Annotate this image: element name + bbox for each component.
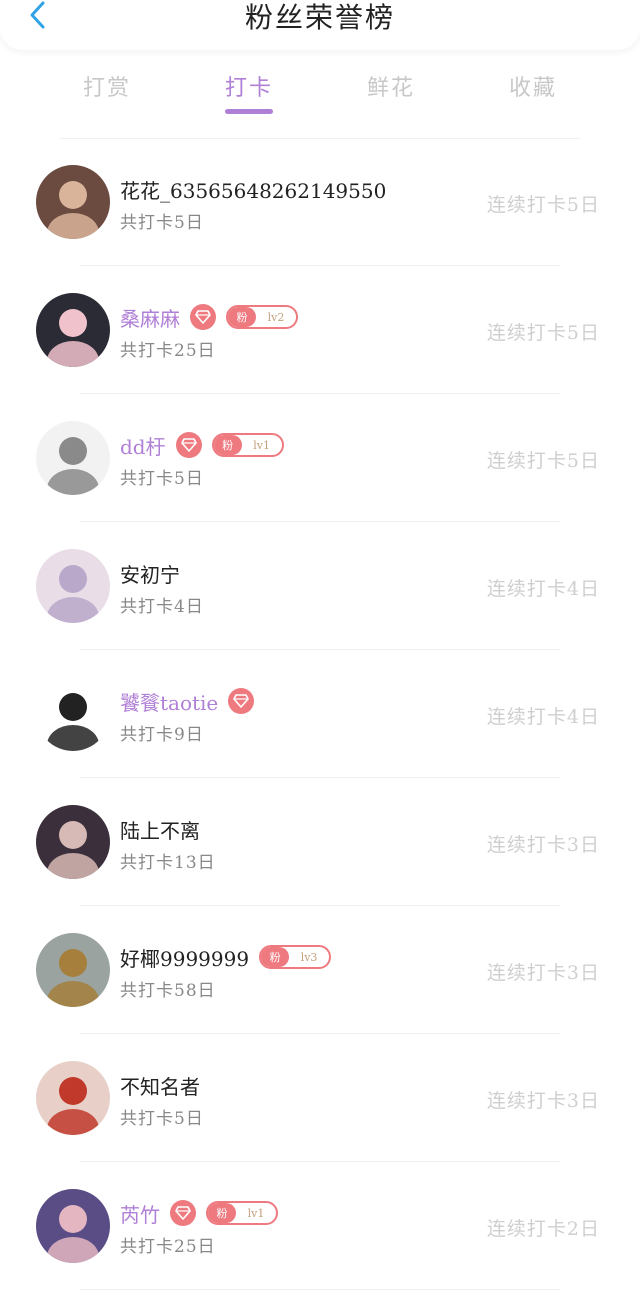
name-line: 不知名者	[120, 1070, 200, 1100]
fan-level-badge: 粉 lv2	[226, 305, 298, 329]
name-line: 好椰9999999 粉 lv3	[120, 942, 332, 972]
avatar[interactable]	[36, 549, 110, 623]
streak-checkins: 连续打卡3日	[486, 1090, 600, 1112]
avatar[interactable]	[36, 1189, 110, 1263]
name-line: 饕餮taotie	[120, 686, 255, 716]
diamond-icon	[228, 688, 255, 714]
diamond-icon	[175, 432, 202, 458]
total-checkins: 共打卡9日	[120, 725, 204, 745]
user-name[interactable]: 花花_63565648262149550	[120, 175, 386, 204]
tab-favorites[interactable]: 收藏	[483, 70, 583, 102]
total-checkins: 共打卡58日	[120, 981, 216, 1001]
streak-checkins: 连续打卡5日	[486, 194, 600, 216]
user-name[interactable]: 陆上不离	[120, 815, 200, 844]
streak-checkins: 连续打卡3日	[486, 834, 600, 856]
streak-checkins: 连续打卡5日	[486, 322, 600, 344]
name-line: 芮竹 粉 lv1	[120, 1198, 278, 1228]
fan-badge-label: 粉	[228, 307, 256, 327]
user-name[interactable]: 芮竹	[120, 1199, 160, 1228]
fan-badge-level: lv3	[300, 950, 318, 964]
tab-flowers[interactable]: 鲜花	[341, 70, 441, 102]
user-name[interactable]: 安初宁	[120, 559, 180, 588]
tab-bar: 打赏 打卡 鲜花 收藏	[0, 60, 640, 139]
name-line: 花花_63565648262149550	[120, 174, 386, 204]
fan-badge-label: 粉	[208, 1203, 236, 1223]
fan-badge-level: lv2	[267, 310, 285, 324]
row-divider	[80, 1289, 560, 1290]
active-tab-indicator	[225, 109, 273, 114]
page-title: 粉丝荣誉榜	[244, 1, 395, 34]
avatar[interactable]	[36, 677, 110, 751]
total-checkins: 共打卡5日	[120, 213, 204, 233]
fan-level-badge: 粉 lv1	[211, 433, 284, 457]
header-bar: 粉丝荣誉榜	[0, 0, 640, 50]
total-checkins: 共打卡25日	[120, 1237, 216, 1257]
list-item[interactable]: 不知名者共打卡5日 连续打卡3日	[0, 1034, 640, 1162]
name-line: dd杅 粉 lv1	[120, 430, 284, 460]
user-name[interactable]: dd杅	[120, 431, 166, 460]
fan-badge-level: lv1	[247, 1206, 265, 1220]
avatar[interactable]	[36, 165, 110, 239]
streak-checkins: 连续打卡5日	[486, 450, 600, 472]
diamond-icon	[170, 1200, 196, 1226]
fan-badge-label: 粉	[261, 947, 290, 967]
name-line: 安初宁	[120, 558, 180, 588]
avatar[interactable]	[36, 421, 110, 495]
fan-badge-label: 粉	[213, 435, 242, 455]
user-name[interactable]: 桑麻麻	[120, 303, 180, 332]
ranking-list: 花花_63565648262149550 共打卡5日 连续打卡5日 桑麻麻 粉 lv…	[0, 138, 640, 1290]
list-item[interactable]: 安初宁共打卡4日 连续打卡4日	[0, 522, 640, 650]
list-item[interactable]: 桑麻麻 粉 lv2 共打卡25日 连续打卡5日	[0, 266, 640, 394]
diamond-icon	[190, 304, 216, 330]
user-name[interactable]: 好椰9999999	[120, 943, 249, 972]
list-item[interactable]: 花花_63565648262149550 共打卡5日 连续打卡5日	[0, 138, 640, 266]
total-checkins: 共打卡13日	[120, 853, 216, 873]
fan-level-badge: 粉 lv1	[206, 1201, 278, 1225]
total-checkins: 共打卡5日	[120, 1109, 204, 1129]
avatar[interactable]	[36, 293, 110, 367]
user-name[interactable]: 不知名者	[120, 1071, 200, 1100]
streak-checkins: 连续打卡4日	[486, 578, 600, 600]
fan-level-badge: 粉 lv3	[259, 945, 332, 969]
list-item[interactable]: dd杅 粉 lv1 共打卡5日 连续打卡5日	[0, 394, 640, 522]
avatar[interactable]	[36, 805, 110, 879]
streak-checkins: 连续打卡4日	[486, 706, 600, 728]
tab-reward[interactable]: 打赏	[57, 70, 157, 102]
avatar[interactable]	[36, 1061, 110, 1135]
total-checkins: 共打卡25日	[120, 341, 216, 361]
total-checkins: 共打卡5日	[120, 469, 204, 489]
avatar[interactable]	[36, 933, 110, 1007]
list-item[interactable]: 芮竹 粉 lv1 共打卡25日 连续打卡2日	[0, 1162, 640, 1290]
name-line: 桑麻麻 粉 lv2	[120, 302, 298, 332]
streak-checkins: 连续打卡2日	[486, 1218, 600, 1240]
fan-badge-level: lv1	[253, 438, 270, 452]
list-item[interactable]: 饕餮taotie 共打卡9日 连续打卡4日	[0, 650, 640, 778]
tab-checkin[interactable]: 打卡	[199, 70, 299, 102]
list-item[interactable]: 陆上不离共打卡13日 连续打卡3日	[0, 778, 640, 906]
name-line: 陆上不离	[120, 814, 200, 844]
total-checkins: 共打卡4日	[120, 597, 204, 617]
streak-checkins: 连续打卡3日	[486, 962, 600, 984]
list-item[interactable]: 好椰9999999 粉 lv3 共打卡58日 连续打卡3日	[0, 906, 640, 1034]
user-name[interactable]: 饕餮taotie	[120, 687, 218, 716]
